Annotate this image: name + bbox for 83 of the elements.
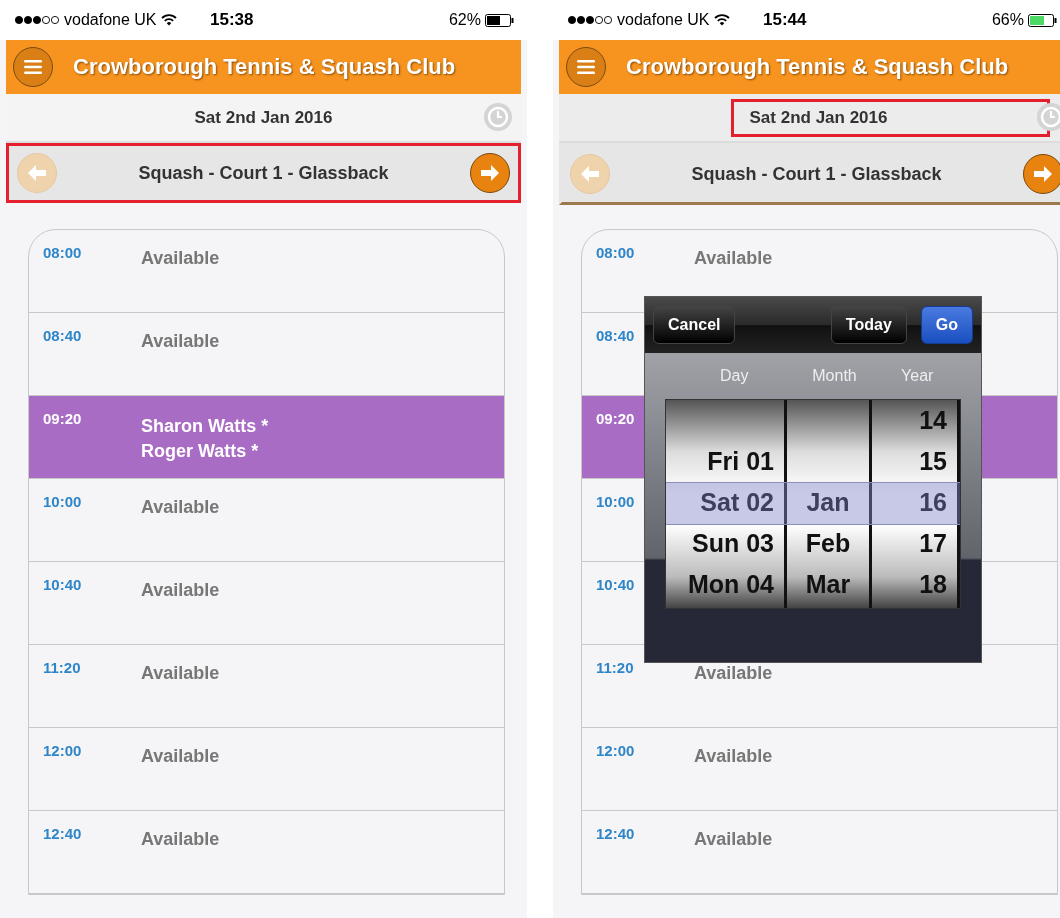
menu-icon (577, 60, 595, 74)
column-label: Month (811, 367, 858, 385)
time-slot[interactable]: 12:00 Available (582, 728, 1057, 811)
time-slot[interactable]: 10:40 Available (29, 562, 504, 645)
player-name: Roger Watts * (141, 440, 260, 463)
wheel-option[interactable]: 15 (919, 447, 947, 476)
slot-time: 08:40 (596, 327, 636, 344)
slot-time: 12:40 (596, 825, 636, 842)
court-name: Squash - Court 1 - Glassback (691, 163, 942, 185)
signal-icon (14, 15, 60, 25)
wheel-option[interactable]: Feb (805, 529, 851, 558)
wifi-icon (160, 14, 177, 26)
picker-button[interactable]: Go (920, 306, 973, 344)
availability-label: Available (141, 497, 220, 518)
availability-label: Available (141, 663, 220, 684)
availability-label: Available (141, 829, 220, 850)
carrier-name: vodafone UK (617, 11, 710, 29)
wheel-option[interactable]: Mar (805, 570, 851, 599)
wheel-option[interactable]: Jan (806, 488, 850, 517)
date-selector[interactable]: Sat 2nd Jan 2016 (730, 98, 1051, 137)
availability-label: Available (694, 663, 773, 684)
slot-time: 12:40 (43, 825, 83, 842)
clock-time: 15:44 (763, 10, 807, 30)
slot-time: 08:40 (43, 327, 83, 344)
availability-label: Available (141, 746, 220, 767)
slot-time: 12:00 (43, 742, 83, 759)
right-arrow-icon (1034, 166, 1052, 182)
availability-label: Available (694, 829, 773, 850)
time-slot[interactable]: 10:00 Available (29, 479, 504, 562)
wheel-option[interactable]: Fri 01 (707, 447, 774, 476)
time-slot[interactable]: 12:40 Available (29, 811, 504, 894)
time-slot[interactable]: 12:40 Available (582, 811, 1057, 894)
next-court-button[interactable] (1023, 154, 1060, 194)
wheel-option[interactable]: Sat 02 (700, 488, 774, 517)
picker-button[interactable]: Today (830, 306, 907, 344)
signal-icon (567, 15, 613, 25)
availability-label: Available (694, 746, 773, 767)
menu-icon (24, 60, 42, 74)
battery-percent: 66% (991, 11, 1024, 29)
picker-button[interactable]: Cancel (653, 306, 736, 344)
picker-wheel[interactable]: Fri 01 Sat 02 Sun 03 Mon 04 Jan Feb Mar 14 15 16 17 18 (665, 399, 961, 609)
availability-label: Available (141, 248, 220, 269)
club-title: Crowborough Tennis & Squash Club (73, 54, 456, 80)
wheel-option[interactable]: 18 (919, 570, 947, 599)
menu-button[interactable] (566, 47, 606, 87)
time-slot[interactable]: 08:00 Available (29, 230, 504, 313)
left-arrow-icon (581, 166, 599, 182)
availability-label: Available (141, 580, 220, 601)
wheel-option[interactable]: Sun 03 (692, 529, 774, 558)
slot-time: 11:20 (596, 659, 635, 676)
slot-time: 08:00 (596, 244, 636, 261)
wheel-option[interactable]: 17 (919, 529, 947, 558)
time-slot[interactable]: 09:20 Sharon Watts * Roger Watts * (29, 396, 504, 479)
slot-time: 09:20 (43, 410, 83, 427)
court-name: Squash - Court 1 - Glassback (138, 162, 389, 184)
date-selector[interactable]: Sat 2nd Jan 2016 (175, 98, 352, 137)
slot-time: 12:00 (596, 742, 636, 759)
club-title: Crowborough Tennis & Squash Club (626, 54, 1009, 80)
slot-time: 10:40 (596, 576, 636, 593)
availability-label: Available (694, 248, 773, 269)
carrier-name: vodafone UK (64, 11, 157, 29)
battery-percent: 62% (448, 11, 481, 29)
column-label: Day (719, 367, 750, 385)
time-slot[interactable]: 12:00 Available (29, 728, 504, 811)
time-slot[interactable]: 11:20 Available (29, 645, 504, 728)
right-arrow-icon (481, 165, 499, 181)
availability-label: Available (141, 331, 220, 352)
slot-time: 11:20 (43, 659, 82, 676)
slot-time: 09:20 (596, 410, 636, 427)
wheel-option[interactable]: Mon 04 (687, 570, 774, 599)
wifi-icon (713, 14, 730, 26)
slot-time: 08:00 (43, 244, 83, 261)
wheel-option[interactable]: 14 (919, 406, 947, 435)
next-court-button[interactable] (470, 153, 510, 193)
clock-time: 15:38 (210, 10, 254, 30)
player-name: Sharon Watts * (141, 415, 269, 438)
slot-time: 10:00 (596, 493, 636, 510)
slot-time: 10:00 (43, 493, 83, 510)
left-arrow-icon (28, 165, 46, 181)
wheel-option[interactable]: 16 (919, 488, 947, 517)
slot-time: 10:40 (43, 576, 83, 593)
column-label: Year (900, 367, 935, 385)
menu-button[interactable] (13, 47, 53, 87)
